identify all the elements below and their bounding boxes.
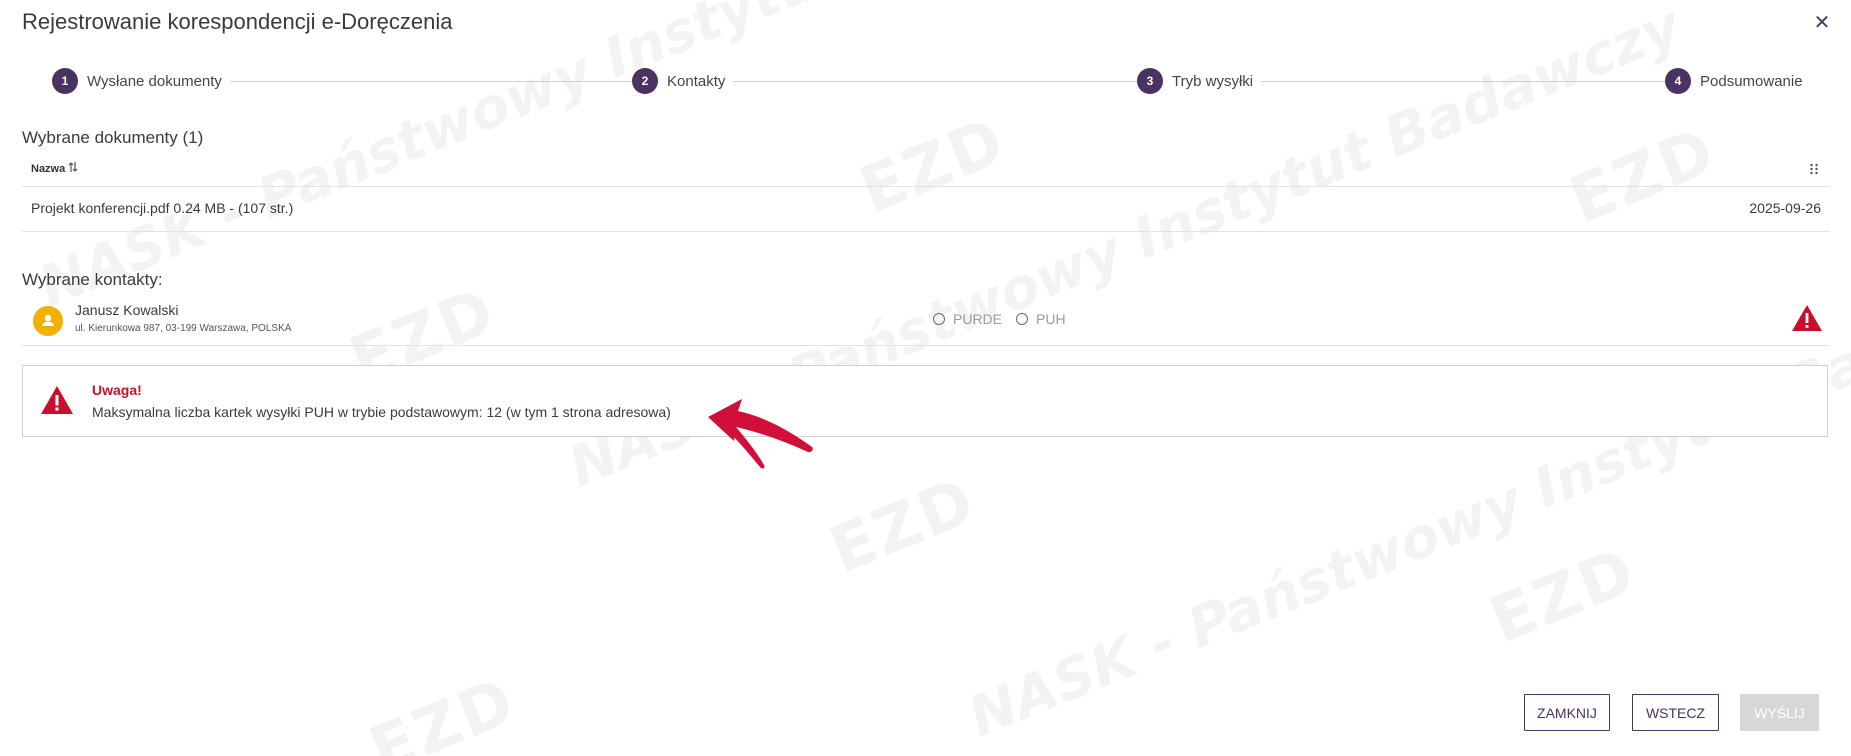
alert-title: Uwaga! [92,382,142,398]
radio-circle[interactable] [933,313,945,325]
delivery-mode-radio-group: PURDE PUH [933,311,1080,327]
sort-arrows-icon[interactable] [68,161,78,176]
radio-purde[interactable]: PURDE [933,311,1002,327]
table-row[interactable]: Projekt konferencji.pdf 0.24 MB - (107 s… [22,187,1830,232]
contact-item: Janusz Kowalski ul. Kierunkowa 987, 03-1… [22,297,1830,346]
dialog-title: Rejestrowanie korespondencji e-Doręczeni… [22,9,453,34]
contact-name: Janusz Kowalski [75,302,179,318]
stepper-line [72,81,1772,82]
step-3[interactable]: 3 Tryb wysyłki [1137,68,1262,94]
column-label: Nazwa [31,162,66,175]
radio-puh[interactable]: PUH [1016,311,1066,327]
drag-grid-icon[interactable] [1808,162,1820,175]
step-number: 1 [52,68,78,94]
warning-triangle-icon [40,385,74,415]
warning-alert: Uwaga! Maksymalna liczba kartek wysyłki … [22,365,1828,437]
close-button[interactable]: ZAMKNIJ [1524,694,1610,731]
document-name: Projekt konferencji.pdf 0.24 MB - (107 s… [31,200,294,216]
step-1[interactable]: 1 Wysłane dokumenty [52,68,230,94]
back-button[interactable]: WSTECZ [1632,694,1719,731]
step-4[interactable]: 4 Podsumowanie [1665,68,1811,94]
step-label: Wysłane dokumenty [87,72,222,90]
alert-message: Maksymalna liczba kartek wysyłki PUH w t… [92,404,671,420]
close-icon[interactable]: ✕ [1811,12,1833,34]
person-icon [33,306,63,336]
column-name-header[interactable]: Nazwa [31,161,78,176]
table-header: Nazwa [22,158,1830,187]
step-number: 3 [1137,68,1163,94]
step-label: Kontakty [667,72,726,90]
documents-title: Wybrane dokumenty (1) [22,128,204,147]
step-2[interactable]: 2 Kontakty [632,68,734,94]
contact-address: ul. Kierunkowa 987, 03-199 Warszawa, POL… [75,323,292,334]
warning-triangle-icon [1791,304,1823,332]
documents-table: Nazwa Projekt konferencji.pdf 0.24 MB - … [22,158,1830,232]
contacts-title: Wybrane kontakty: [22,270,163,289]
radio-label: PUH [1036,311,1066,327]
document-date: 2025-09-26 [1749,200,1821,216]
step-number: 2 [632,68,658,94]
step-number: 4 [1665,68,1691,94]
step-label: Tryb wysyłki [1172,72,1254,90]
send-button[interactable]: WYŚLIJ [1740,694,1819,731]
step-label: Podsumowanie [1700,72,1803,90]
radio-label: PURDE [953,311,1003,327]
red-arrow-icon [700,395,820,470]
radio-circle[interactable] [1016,313,1029,325]
watermark-logo: EZD [1480,534,1646,659]
watermark-logo: EZD [820,464,986,589]
stepper: 1 Wysłane dokumenty 2 Kontakty 3 Tryb wy… [52,68,1811,94]
watermark-logo: EZD [360,664,526,756]
